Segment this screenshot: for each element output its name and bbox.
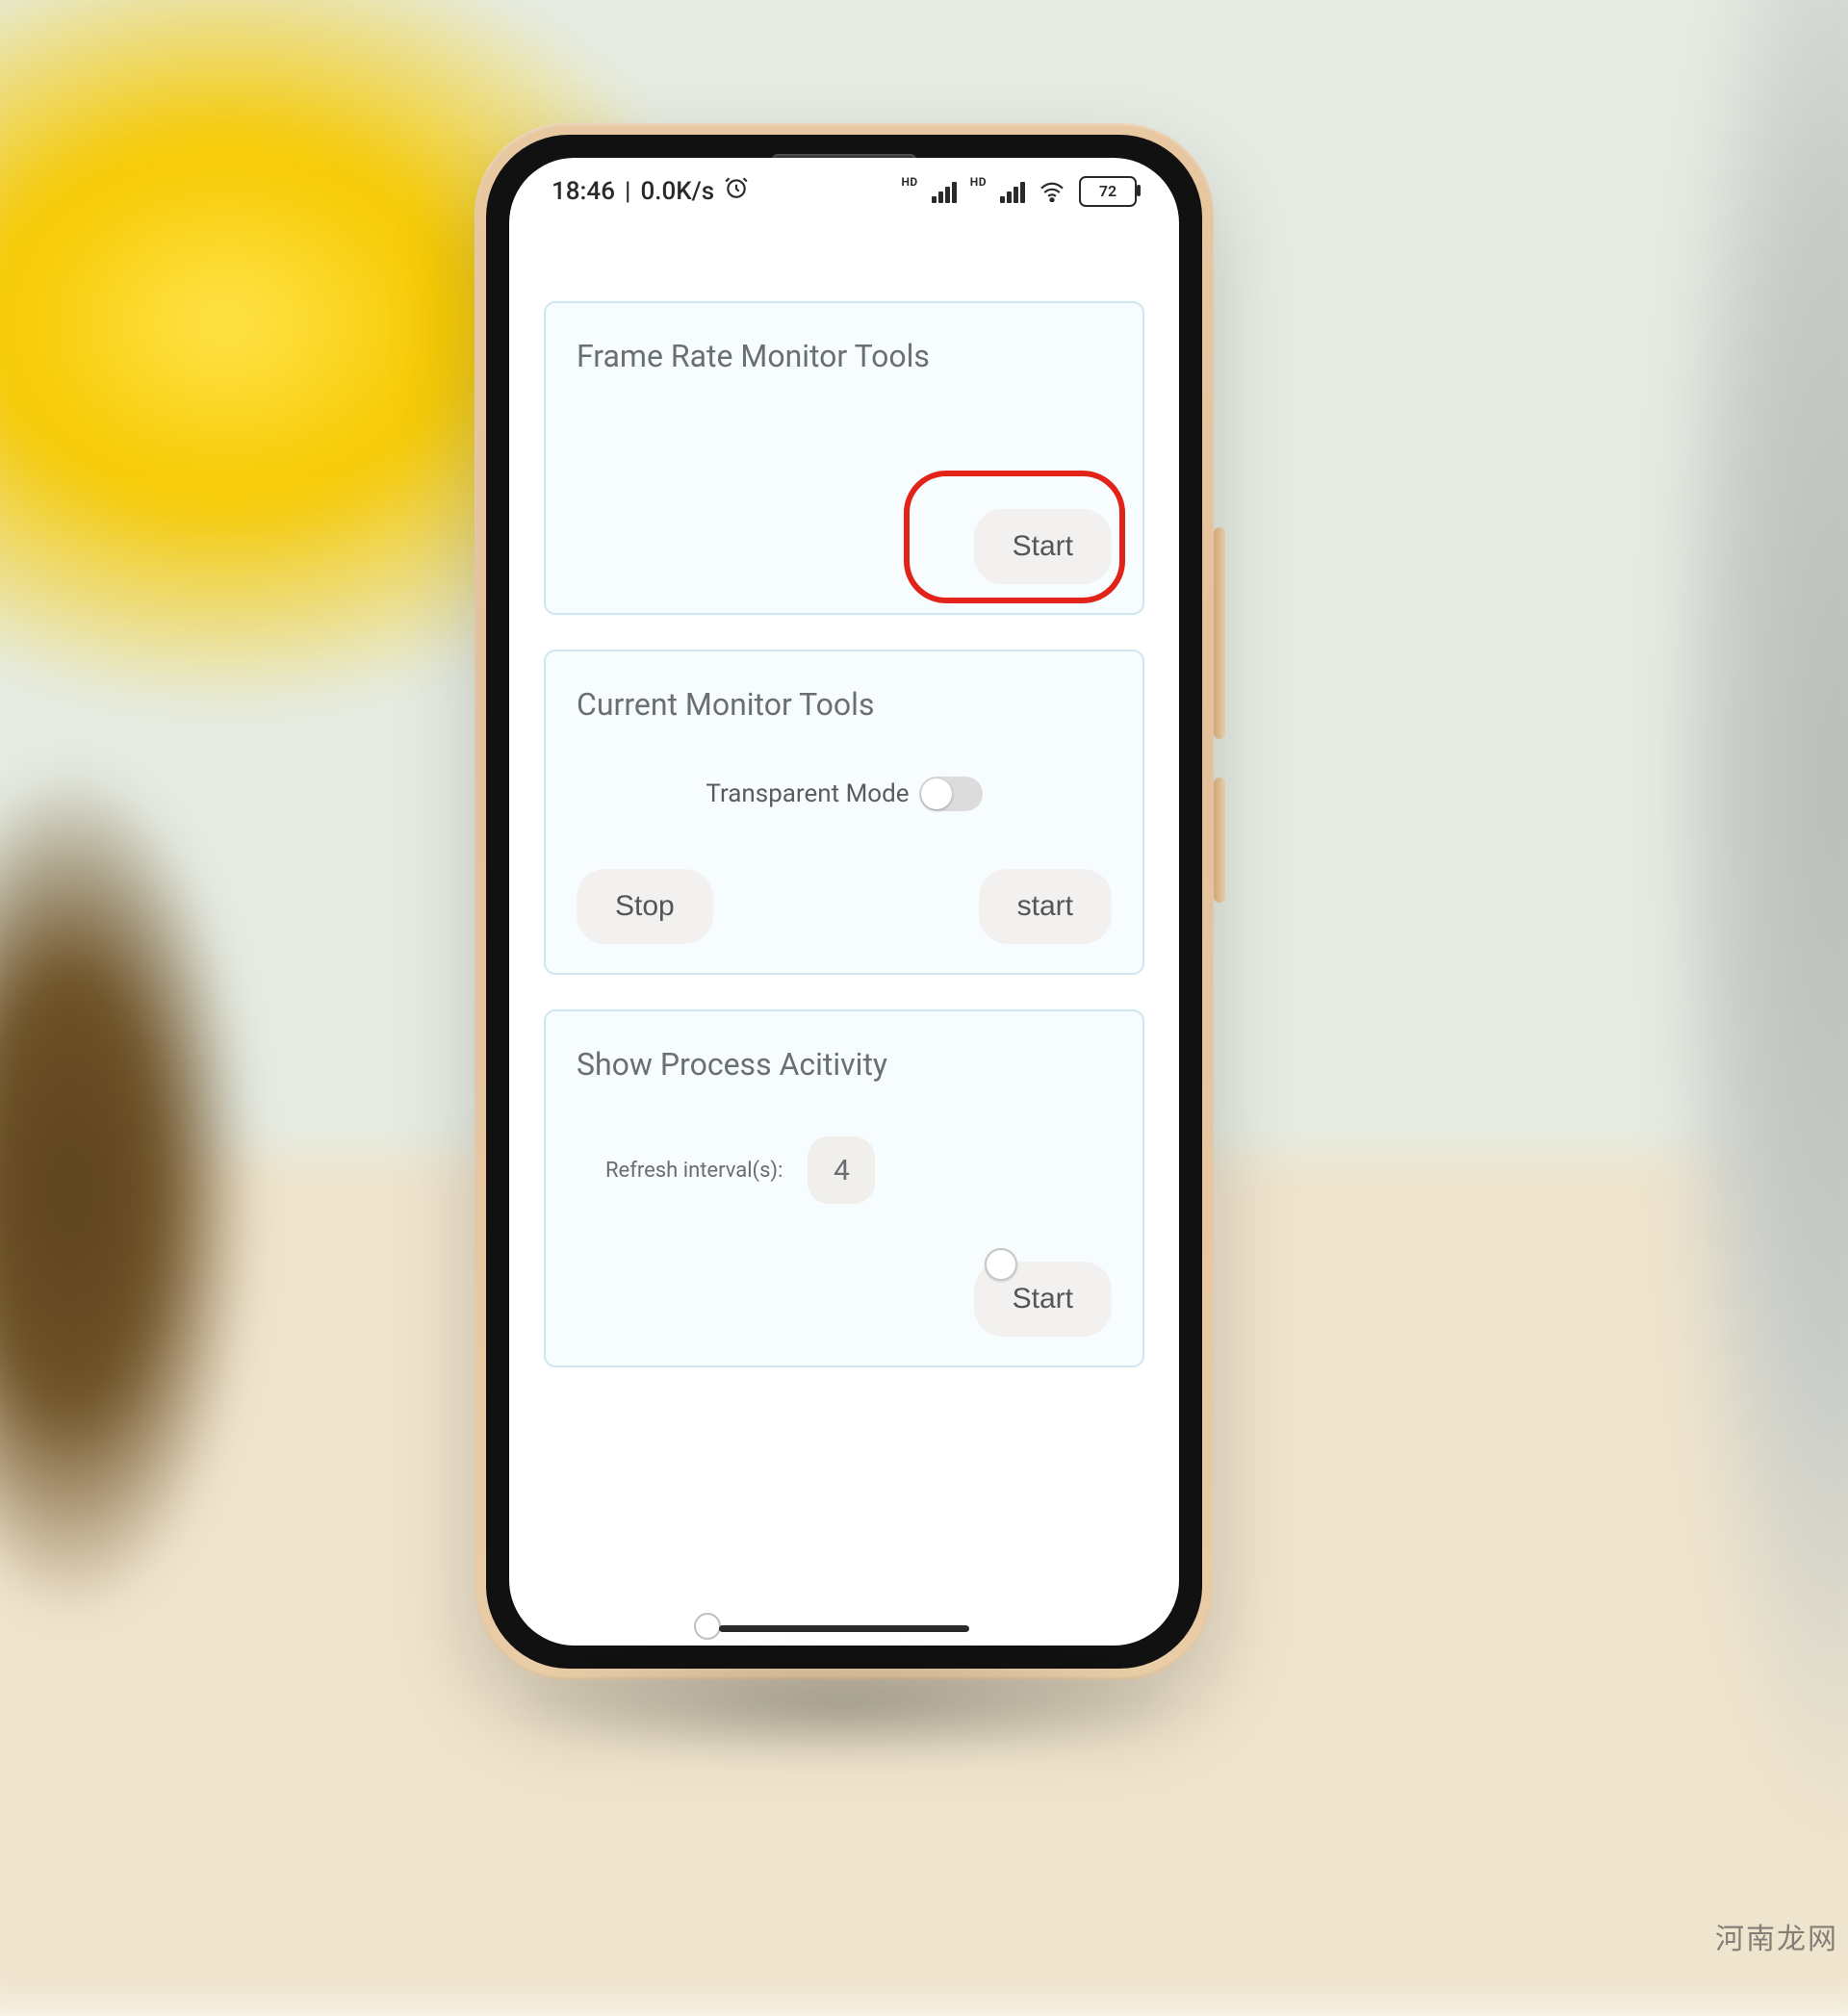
battery-icon: 72	[1079, 176, 1137, 207]
signal-icon	[932, 180, 957, 203]
toggle-knob	[921, 778, 952, 809]
current-monitor-card: Current Monitor Tools Transparent Mode S…	[544, 650, 1144, 975]
gesture-nav-bar[interactable]	[719, 1625, 969, 1632]
refresh-interval-label: Refresh interval(s):	[605, 1159, 783, 1183]
statusbar-net-speed: 0.0K/s	[640, 177, 714, 206]
status-bar: 18:46 | 0.0K/s HD	[509, 158, 1179, 218]
floating-knob-icon	[985, 1248, 1017, 1281]
process-activity-card: Show Process Acitivity Refresh interval(…	[544, 1009, 1144, 1367]
phone-screen: 18:46 | 0.0K/s HD	[509, 158, 1179, 1646]
battery-level: 72	[1099, 182, 1116, 200]
refresh-interval-value[interactable]: 4	[808, 1136, 875, 1204]
phone-frame: 18:46 | 0.0K/s HD	[475, 123, 1214, 1680]
wifi-icon	[1039, 181, 1065, 202]
current-start-button[interactable]: start	[979, 869, 1112, 944]
status-bar-left: 18:46 | 0.0K/s	[552, 175, 749, 207]
frame-rate-monitor-card: Frame Rate Monitor Tools Start	[544, 301, 1144, 615]
frame-rate-start-button[interactable]: Start	[974, 509, 1112, 584]
card-title: Frame Rate Monitor Tools	[577, 338, 1112, 374]
phone-side-button	[1214, 527, 1225, 739]
statusbar-time: 18:46	[552, 177, 615, 206]
phone-side-button	[1214, 778, 1225, 903]
transparent-mode-label: Transparent Mode	[706, 779, 909, 808]
hd-indicator: HD	[970, 175, 987, 189]
hd-indicator: HD	[901, 175, 917, 189]
card-title: Show Process Acitivity	[577, 1046, 1112, 1083]
signal-icon	[1000, 180, 1025, 203]
gesture-dot-icon	[694, 1613, 721, 1640]
phone-bezel: 18:46 | 0.0K/s HD	[486, 135, 1202, 1669]
app-body: Frame Rate Monitor Tools Start Current M…	[509, 218, 1179, 1396]
alarm-icon	[724, 175, 749, 207]
card-title: Current Monitor Tools	[577, 686, 1112, 723]
statusbar-separator: |	[625, 177, 630, 206]
watermark: 河南龙网	[1715, 1915, 1838, 1957]
current-stop-button[interactable]: Stop	[577, 869, 713, 944]
status-bar-right: HD HD	[901, 176, 1137, 207]
transparent-mode-toggle[interactable]	[919, 777, 983, 811]
